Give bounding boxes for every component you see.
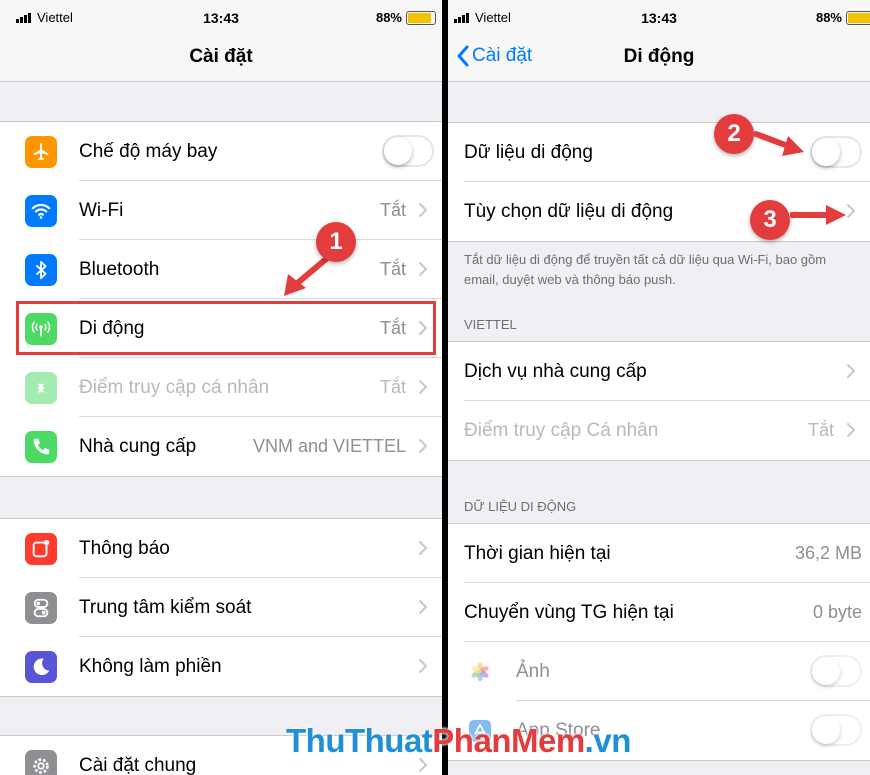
notifications-icon	[25, 533, 57, 565]
row-label: Trung tâm kiểm soát	[79, 596, 252, 618]
battery-percent: 88%	[375, 10, 402, 25]
settings-row-hotspot[interactable]: Điểm truy cập cá nhân Tắt	[0, 358, 442, 417]
settings-screen: Viettel 13:43 88% Cài đặt Chế độ máy bay…	[0, 0, 442, 775]
row-label: Wi-Fi	[79, 199, 124, 221]
chevron-right-icon	[419, 439, 427, 453]
airplane-icon	[25, 136, 57, 168]
row-label: Ảnh	[516, 660, 550, 682]
row-value: Tắt	[807, 420, 834, 440]
step2-arrow-icon	[754, 131, 804, 156]
airplane-mode-toggle[interactable]	[382, 135, 434, 167]
row-label: Điểm truy cập cá nhân	[79, 376, 270, 398]
gear-icon	[25, 750, 57, 775]
chevron-right-icon	[419, 600, 427, 614]
nav-bar: Cài đặt	[0, 34, 442, 82]
row-label: Cài đặt chung	[79, 754, 197, 775]
step3-arrow-icon	[790, 205, 846, 225]
row-value: Tắt	[379, 377, 406, 397]
page-title: Di động	[623, 46, 695, 67]
clock: 13:43	[641, 10, 677, 26]
battery-icon	[846, 10, 870, 25]
row-value: 0 byte	[812, 602, 862, 622]
row-label: Chế độ máy bay	[79, 140, 218, 162]
step1-badge: 1	[316, 222, 356, 262]
app-row-0[interactable]: Ảnh	[448, 642, 870, 701]
toggle-knob	[812, 716, 840, 744]
row-label: Dữ liệu di động	[464, 141, 593, 163]
cellular-data-note: Tắt dữ liệu di động để truyền tất cả dữ …	[464, 252, 827, 287]
row-value: Tắt	[379, 200, 406, 220]
row-label: Bluetooth	[79, 258, 160, 280]
cellular-screen: Viettel 13:43 88% Cài đặt Di động Dữ liệ…	[448, 0, 870, 775]
cellular-row-0[interactable]: Thời gian hiện tại 36,2 MB	[448, 524, 870, 583]
cellular-row-1[interactable]: Chuyển vùng TG hiện tại 0 byte	[448, 583, 870, 642]
status-bar: Viettel 13:43 88%	[0, 0, 442, 34]
cellular-data-toggle[interactable]	[810, 136, 862, 168]
toggle-knob	[812, 138, 840, 166]
row-label: Thông báo	[79, 537, 170, 559]
chevron-right-icon	[419, 203, 427, 217]
bluetooth-icon	[25, 254, 57, 286]
settings-row-phone[interactable]: Nhà cung cấp VNM and VIETTEL	[0, 417, 442, 476]
status-bar: Viettel 13:43 88%	[448, 0, 870, 34]
chevron-right-icon	[847, 423, 855, 437]
row-value: VNM and VIETTEL	[252, 436, 406, 456]
toggle-knob	[384, 137, 412, 165]
divider	[442, 0, 448, 775]
row-label: Chuyển vùng TG hiện tại	[464, 601, 674, 623]
cellular-row-1[interactable]: Điểm truy cập Cá nhân Tắt	[448, 401, 870, 460]
settings-row-bluetooth[interactable]: Bluetooth Tắt	[0, 240, 442, 299]
settings-row-control-center[interactable]: Trung tâm kiểm soát	[0, 578, 442, 637]
settings-row-notifications[interactable]: Thông báo	[0, 519, 442, 578]
row-value: Tắt	[379, 259, 406, 279]
row-label: Thời gian hiện tại	[464, 542, 611, 564]
phone-icon	[25, 431, 57, 463]
row-label: Tùy chọn dữ liệu di động	[464, 200, 674, 222]
battery-icon	[406, 10, 436, 25]
data-usage-section-header: DỮ LIỆU DI ĐỘNG	[464, 499, 577, 514]
carrier-group: Dịch vụ nhà cung cấp Điểm truy cập Cá nhâ…	[448, 341, 870, 461]
row-label: Dịch vụ nhà cung cấp	[464, 360, 647, 382]
cellular-row-0[interactable]: Dữ liệu di động	[448, 123, 870, 182]
battery-percent: 88%	[815, 10, 842, 25]
step3-badge: 3	[750, 200, 790, 240]
chevron-right-icon	[847, 364, 855, 378]
app-data-toggle[interactable]	[810, 714, 862, 746]
chevron-right-icon	[419, 380, 427, 394]
watermark-logo: ThuThuatPhanMem.vn	[286, 722, 631, 759]
viettel-section-header: VIETTEL	[464, 317, 517, 332]
chevron-right-icon	[419, 262, 427, 276]
app-data-toggle[interactable]	[810, 655, 862, 687]
chevron-right-icon	[419, 541, 427, 555]
settings-row-moon[interactable]: Không làm phiền	[0, 637, 442, 696]
moon-icon	[25, 651, 57, 683]
row-label: Điểm truy cập Cá nhân	[464, 419, 659, 441]
row-label: Không làm phiền	[79, 655, 222, 677]
cellular-highlight-box	[16, 301, 436, 355]
row-label: Nhà cung cấp	[79, 435, 197, 457]
hotspot-icon	[25, 372, 57, 404]
connectivity-group: Chế độ máy bay Wi-Fi Tắt Bluetooth Tắt Di độn…	[0, 121, 442, 477]
system-group: Thông báo Trung tâm kiểm soát Không làm ph…	[0, 518, 442, 697]
settings-row-airplane[interactable]: Chế độ máy bay	[0, 122, 442, 181]
page-title: Cài đặt	[189, 46, 253, 67]
settings-row-wifi[interactable]: Wi-Fi Tắt	[0, 181, 442, 240]
chevron-right-icon	[419, 659, 427, 673]
cellular-row-0[interactable]: Dịch vụ nhà cung cấp	[448, 342, 870, 401]
control-center-icon	[25, 592, 57, 624]
step2-badge: 2	[714, 114, 754, 154]
photos-icon	[471, 662, 489, 682]
nav-bar: Cài đặt Di động	[448, 34, 870, 82]
row-value: 36,2 MB	[794, 543, 862, 563]
toggle-knob	[812, 657, 840, 685]
wifi-icon	[25, 195, 57, 227]
